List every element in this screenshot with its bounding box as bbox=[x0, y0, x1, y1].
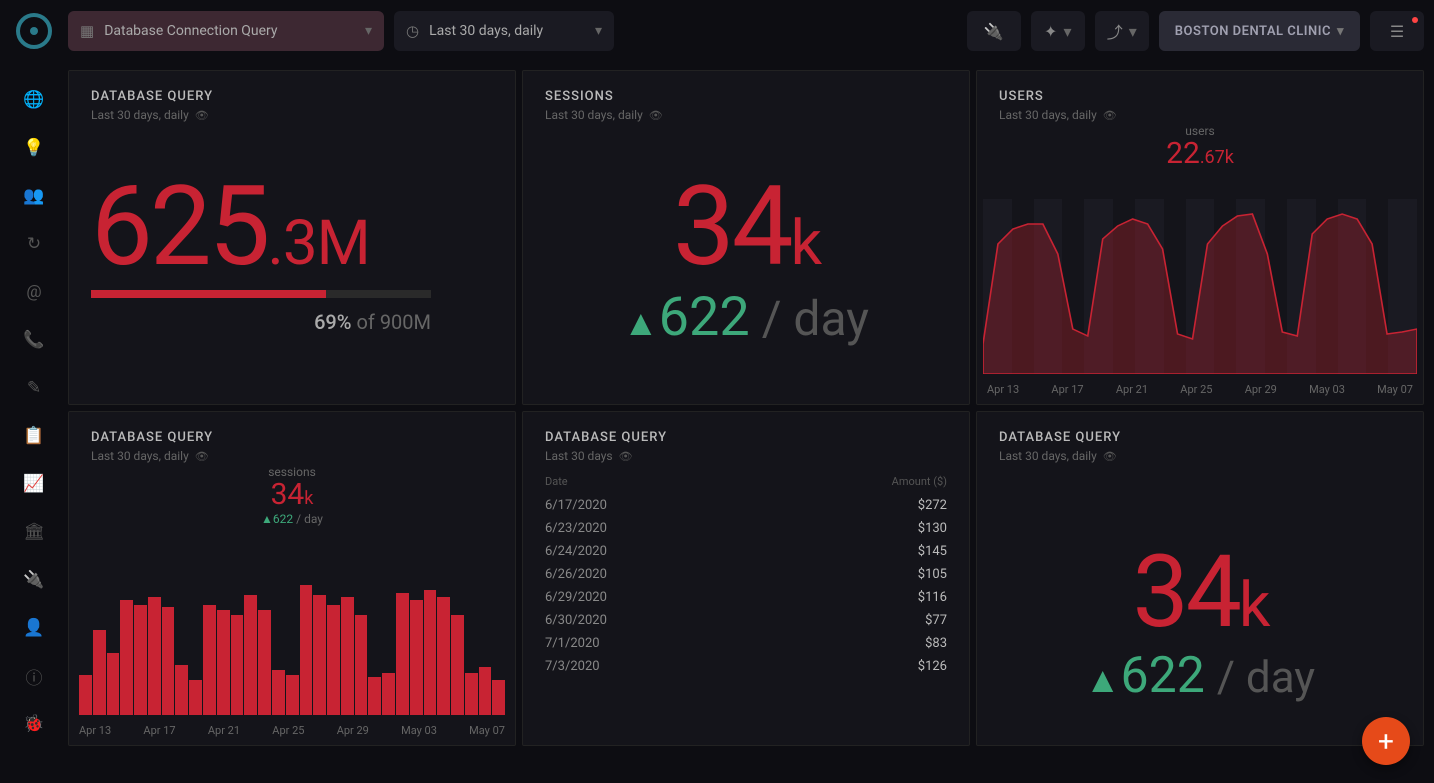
kpi-value: 625.3M bbox=[91, 172, 493, 282]
kpi-perday: / day bbox=[1217, 651, 1315, 703]
add-button[interactable]: + bbox=[1362, 717, 1410, 765]
progress-bar bbox=[91, 290, 431, 298]
users-area-chart bbox=[983, 199, 1417, 374]
table-row: 6/29/2020$116 bbox=[545, 586, 947, 609]
plug-icon[interactable]: 🔌 bbox=[24, 570, 44, 590]
database-dropdown[interactable]: ▦ Database Connection Query ▾ bbox=[68, 11, 384, 51]
bulb-icon[interactable]: 💡 bbox=[24, 138, 44, 158]
users-icon[interactable]: 👥 bbox=[24, 186, 44, 206]
card-db-query-table: DATABASE QUERY Last 30 days👁 Date Amount … bbox=[522, 411, 970, 746]
eye-icon[interactable]: 👁 bbox=[1103, 450, 1117, 463]
table-row: 6/26/2020$105 bbox=[545, 563, 947, 586]
card-title: DATABASE QUERY bbox=[91, 430, 493, 445]
card-subtitle: Last 30 days👁 bbox=[545, 449, 947, 463]
table-row: 6/17/2020$272 bbox=[545, 494, 947, 517]
kpi-delta: ▲622 bbox=[1085, 647, 1205, 705]
chart-axis: Apr 13Apr 17Apr 21Apr 25Apr 29May 03May … bbox=[987, 383, 1413, 396]
share-icon: ⤴ bbox=[1107, 19, 1123, 43]
chart-icon[interactable]: 📈 bbox=[24, 474, 44, 494]
org-dropdown[interactable]: BOSTON DENTAL CLINIC ▾ bbox=[1159, 11, 1360, 51]
card-db-query-total: DATABASE QUERY Last 30 days, daily👁 625.… bbox=[68, 70, 516, 405]
menu-button[interactable]: ☰ bbox=[1370, 11, 1424, 51]
globe-icon[interactable]: 🌐 bbox=[24, 90, 44, 110]
table-row: 7/1/2020$83 bbox=[545, 632, 947, 655]
card-users: USERS Last 30 days, daily👁 users 22.67k … bbox=[976, 70, 1424, 405]
kpi-delta: ▲622 / day bbox=[91, 512, 493, 526]
data-table: Date Amount ($) 6/17/2020$2726/23/2020$13… bbox=[545, 475, 947, 678]
eye-icon[interactable]: 👁 bbox=[195, 450, 209, 463]
database-dropdown-label: Database Connection Query bbox=[104, 23, 277, 39]
account-icon[interactable]: 👤 bbox=[24, 618, 44, 638]
card-title: DATABASE QUERY bbox=[999, 430, 1401, 445]
chevron-down-icon: ▾ bbox=[1063, 22, 1071, 41]
chevron-down-icon: ▾ bbox=[1129, 22, 1137, 41]
card-subtitle: Last 30 days, daily👁 bbox=[999, 449, 1401, 463]
table-row: 6/24/2020$145 bbox=[545, 540, 947, 563]
chart-axis: Apr 13Apr 17Apr 21Apr 25Apr 29May 03May … bbox=[79, 724, 505, 737]
at-icon[interactable]: @ bbox=[24, 282, 44, 302]
plus-icon: + bbox=[1378, 725, 1394, 758]
eye-icon[interactable]: 👁 bbox=[619, 450, 633, 463]
eye-icon[interactable]: 👁 bbox=[1103, 109, 1117, 122]
card-title: SESSIONS bbox=[545, 89, 947, 104]
card-db-query-bars: DATABASE QUERY Last 30 days, daily👁 sess… bbox=[68, 411, 516, 746]
card-db-query-kpi: DATABASE QUERY Last 30 days, daily👁 34k … bbox=[976, 411, 1424, 746]
sidebar: 🌐 💡 👥 ↻ @ 📞 ✎ 📋 📈 🏛 🔌 👤 ⓘ 🐞 bbox=[0, 62, 68, 783]
plug-button[interactable]: 🔌 bbox=[967, 11, 1021, 51]
table-row: 7/3/2020$126 bbox=[545, 655, 947, 678]
app-logo-icon[interactable] bbox=[16, 13, 52, 49]
chevron-down-icon: ▾ bbox=[1337, 24, 1344, 39]
info-icon[interactable]: ⓘ bbox=[24, 666, 44, 686]
card-title: DATABASE QUERY bbox=[545, 430, 947, 445]
table-row: 6/30/2020$77 bbox=[545, 609, 947, 632]
card-subtitle: Last 30 days, daily👁 bbox=[91, 108, 493, 122]
card-title: USERS bbox=[999, 89, 1401, 104]
bank-icon[interactable]: 🏛 bbox=[24, 522, 44, 542]
sparkle-icon: ✦ bbox=[1044, 22, 1057, 41]
kpi-value: 34k bbox=[545, 172, 947, 282]
bug-icon[interactable]: 🐞 bbox=[24, 714, 44, 734]
top-bar: ▦ Database Connection Query ▾ ◷ Last 30 … bbox=[0, 0, 1434, 62]
chevron-down-icon: ▾ bbox=[365, 23, 372, 39]
chevron-down-icon: ▾ bbox=[595, 23, 602, 39]
org-label: BOSTON DENTAL CLINIC bbox=[1175, 24, 1331, 39]
clock-icon: ◷ bbox=[406, 22, 419, 40]
kpi-delta: ▲622 bbox=[623, 286, 750, 349]
card-subtitle: Last 30 days, daily👁 bbox=[999, 108, 1401, 122]
card-sessions: SESSIONS Last 30 days, daily👁 34k ▲622 /… bbox=[522, 70, 970, 405]
eye-icon[interactable]: 👁 bbox=[649, 109, 663, 122]
kpi-value: 34k bbox=[91, 477, 493, 512]
hamburger-icon: ☰ bbox=[1390, 22, 1404, 41]
dashboard-grid: DATABASE QUERY Last 30 days, daily👁 625.… bbox=[68, 70, 1424, 746]
timerange-dropdown-label: Last 30 days, daily bbox=[429, 23, 543, 39]
timerange-dropdown[interactable]: ◷ Last 30 days, daily ▾ bbox=[394, 11, 614, 51]
card-subtitle: Last 30 days, daily👁 bbox=[91, 449, 493, 463]
share-button[interactable]: ⤴▾ bbox=[1095, 11, 1149, 51]
col-amount: Amount ($) bbox=[892, 475, 947, 488]
sessions-bar-chart bbox=[79, 540, 505, 715]
eye-icon[interactable]: 👁 bbox=[195, 109, 209, 122]
kpi-value: 22.67k bbox=[999, 136, 1401, 171]
clipboard-icon[interactable]: 📋 bbox=[24, 426, 44, 446]
card-subtitle: Last 30 days, daily👁 bbox=[545, 108, 947, 122]
refresh-icon[interactable]: ↻ bbox=[24, 234, 44, 254]
plug-icon: 🔌 bbox=[984, 22, 1004, 41]
theme-button[interactable]: ✦▾ bbox=[1031, 11, 1085, 51]
col-date: Date bbox=[545, 475, 568, 488]
table-row: 6/23/2020$130 bbox=[545, 517, 947, 540]
kpi-value: 34k bbox=[999, 543, 1401, 643]
grid-icon: ▦ bbox=[80, 22, 94, 40]
kpi-perday: / day bbox=[762, 290, 869, 347]
progress-label: 69% of 900M bbox=[91, 310, 431, 334]
card-title: DATABASE QUERY bbox=[91, 89, 493, 104]
phone-icon[interactable]: 📞 bbox=[24, 330, 44, 350]
edit-icon[interactable]: ✎ bbox=[24, 378, 44, 398]
